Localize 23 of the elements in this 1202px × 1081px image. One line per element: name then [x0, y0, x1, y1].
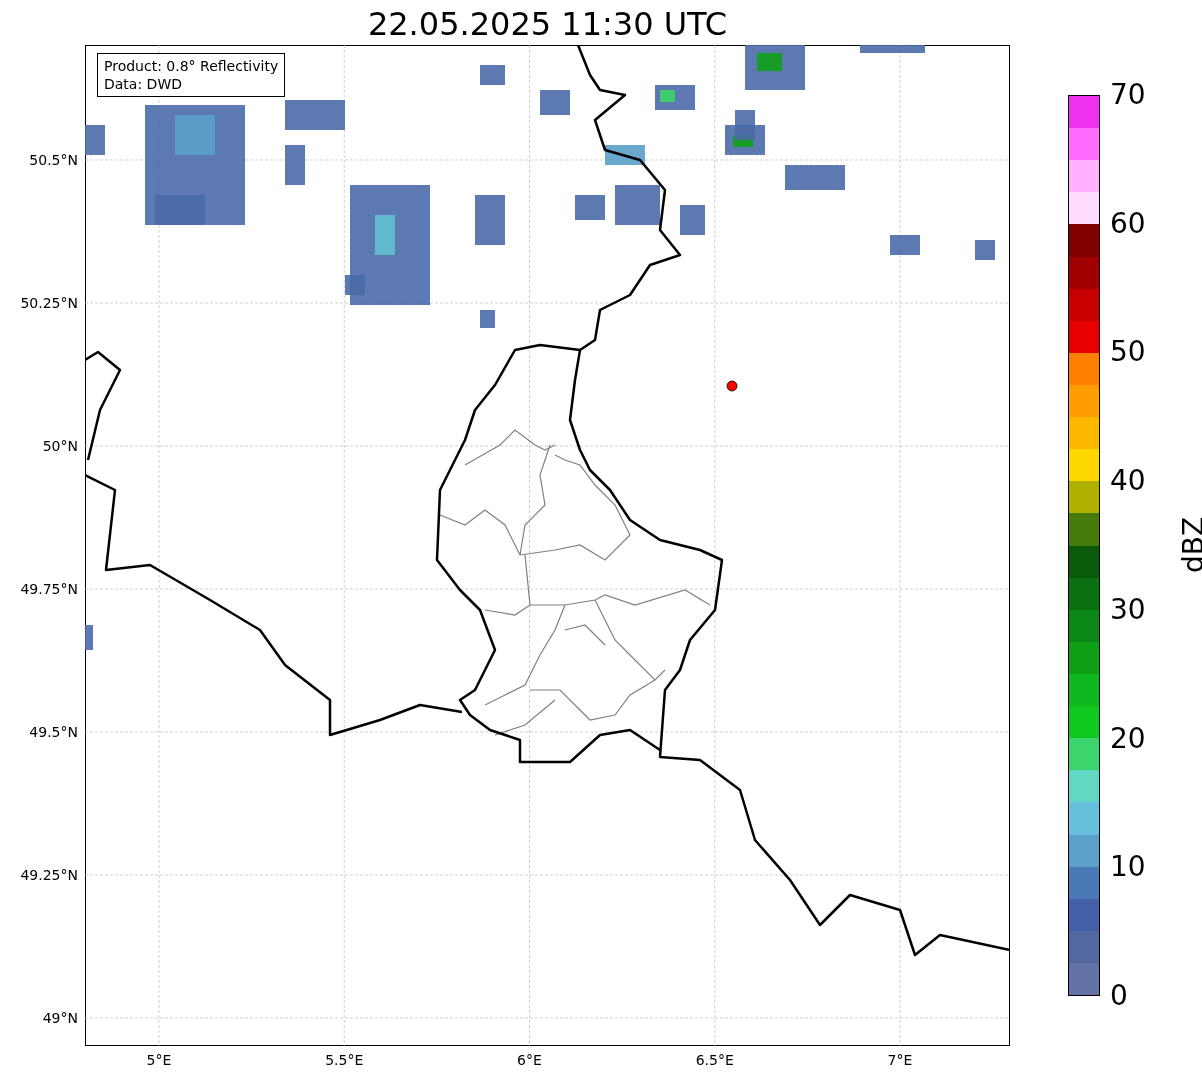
colorbar-tick-label: 60 — [1110, 208, 1146, 239]
legend-text: Data: DWD — [104, 75, 183, 93]
legend-text: Product: 0.8° Reflectivity — [104, 57, 279, 75]
y-tick-label: 50.5°N — [29, 152, 78, 168]
colorbar-tick-label: 20 — [1110, 723, 1146, 754]
x-tick-label: 5.5°E — [325, 1052, 364, 1068]
x-tick-label: 5°E — [146, 1052, 172, 1068]
colorbar-tick-label: 40 — [1110, 466, 1146, 497]
y-tick-label: 49.75°N — [20, 581, 78, 597]
x-tick-label: 6°E — [517, 1052, 542, 1068]
y-tick-label: 50.25°N — [20, 295, 78, 311]
y-tick-label: 49.5°N — [29, 724, 78, 740]
chart-title: 22.05.2025 11:30 UTC — [366, 4, 729, 44]
colorbar-tick-label: 30 — [1110, 594, 1146, 625]
y-tick-label: 49°N — [42, 1010, 78, 1026]
y-tick-label: 49.25°N — [20, 867, 78, 883]
colorbar-tick-label: 0 — [1110, 981, 1128, 1011]
colorbar-tick-label: 50 — [1110, 337, 1146, 368]
colorbar-tick-label: 10 — [1110, 852, 1146, 883]
y-tick-label: 50°N — [42, 438, 78, 454]
x-tick-label: 7°E — [887, 1052, 913, 1068]
colorbar-tick-label: 70 — [1110, 80, 1146, 110]
x-tick-label: 6.5°E — [695, 1052, 734, 1068]
